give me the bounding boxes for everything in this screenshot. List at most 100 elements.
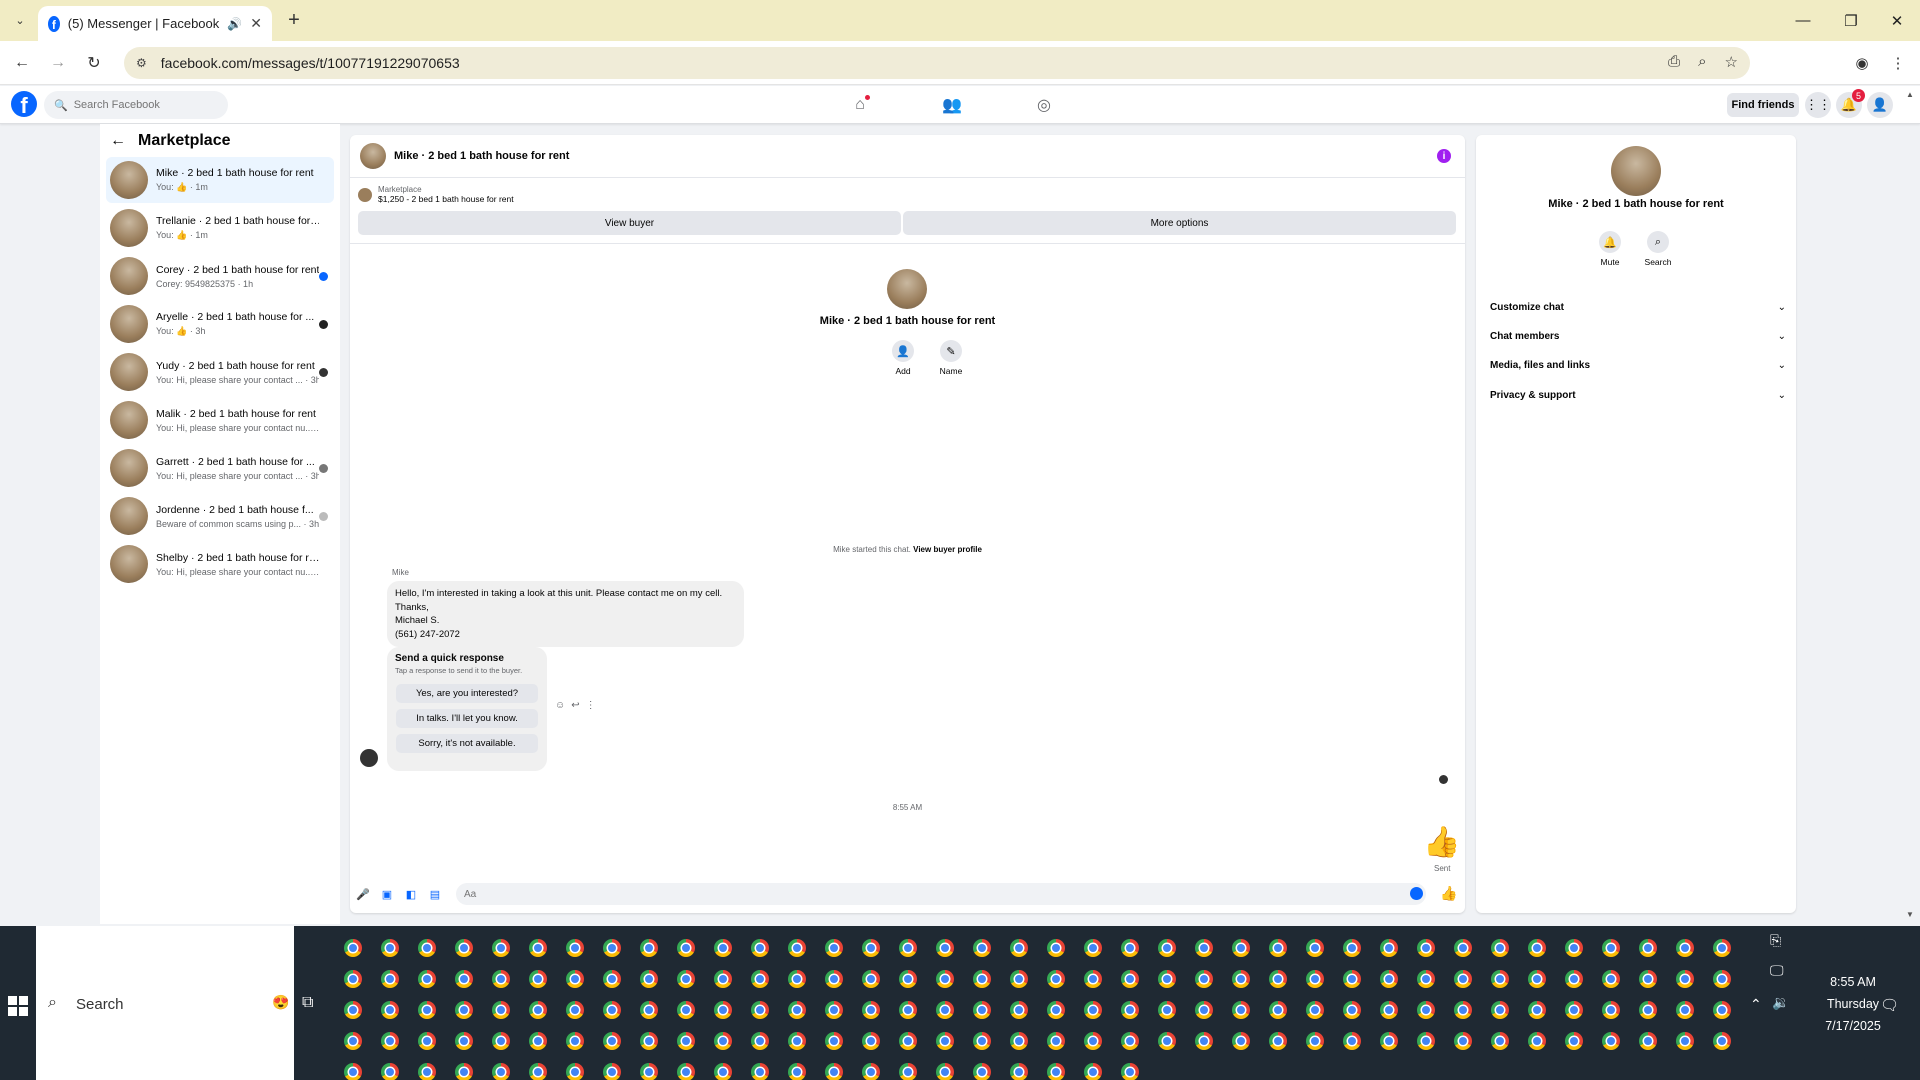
chrome-app-icon[interactable] bbox=[1713, 939, 1731, 957]
chrome-app-icon[interactable] bbox=[1306, 1032, 1324, 1050]
minimize-button[interactable]: — bbox=[1780, 0, 1826, 41]
emoji-icon[interactable] bbox=[1410, 887, 1423, 900]
chrome-app-icon[interactable] bbox=[492, 939, 510, 957]
chrome-app-icon[interactable] bbox=[603, 1063, 621, 1080]
quick-response-not-available-button[interactable]: Sorry, it's not available. bbox=[396, 734, 538, 753]
search-in-chat-button[interactable]: ⌕ Search bbox=[1638, 231, 1678, 267]
chrome-app-icon[interactable] bbox=[862, 1063, 880, 1080]
chrome-app-icon[interactable] bbox=[1121, 939, 1139, 957]
chrome-app-icon[interactable] bbox=[566, 1063, 584, 1080]
chrome-app-icon[interactable] bbox=[788, 970, 806, 988]
chrome-app-icon[interactable] bbox=[751, 1032, 769, 1050]
chrome-app-icon[interactable] bbox=[529, 1063, 547, 1080]
find-friends-button[interactable]: Find friends bbox=[1727, 93, 1799, 117]
chrome-app-icon[interactable] bbox=[1639, 939, 1657, 957]
chrome-app-icon[interactable] bbox=[973, 1001, 991, 1019]
chrome-app-icon[interactable] bbox=[1417, 1032, 1435, 1050]
menu-grid-icon[interactable]: ⋮⋮ bbox=[1805, 92, 1831, 118]
marketplace-listing-strip[interactable]: Marketplace $1,250 - 2 bed 1 bath house … bbox=[358, 185, 514, 204]
conversation-item[interactable]: Malik · 2 bed 1 bath house for rent You: … bbox=[106, 397, 334, 443]
scroll-down-arrow-icon[interactable]: ▼ bbox=[1906, 910, 1914, 919]
tab-search-dropdown-icon[interactable]: ⌄ bbox=[8, 8, 32, 32]
chrome-app-icon[interactable] bbox=[1158, 970, 1176, 988]
chrome-app-icon[interactable] bbox=[1491, 1032, 1509, 1050]
chrome-app-icon[interactable] bbox=[1491, 939, 1509, 957]
account-avatar-icon[interactable]: 👤 bbox=[1867, 92, 1893, 118]
chrome-app-icon[interactable] bbox=[677, 1032, 695, 1050]
chrome-app-icon[interactable] bbox=[344, 1063, 362, 1080]
mute-button[interactable]: 🔔 Mute bbox=[1590, 231, 1630, 267]
chrome-app-icon[interactable] bbox=[936, 970, 954, 988]
chrome-app-icon[interactable] bbox=[973, 939, 991, 957]
conversation-item[interactable]: Trellanie · 2 bed 1 bath house for r... Y… bbox=[106, 205, 334, 251]
add-button[interactable]: 👤 Add bbox=[883, 340, 923, 376]
sender-small-avatar[interactable] bbox=[360, 749, 378, 767]
chrome-app-icon[interactable] bbox=[1602, 1001, 1620, 1019]
chrome-app-icon[interactable] bbox=[1195, 1032, 1213, 1050]
chrome-app-icon[interactable] bbox=[1047, 939, 1065, 957]
chrome-app-icon[interactable] bbox=[1454, 939, 1472, 957]
chrome-app-icon[interactable] bbox=[1454, 1001, 1472, 1019]
chrome-app-icon[interactable] bbox=[1084, 1063, 1102, 1080]
back-button[interactable]: ← bbox=[10, 51, 34, 75]
customize-chat-section[interactable]: Customize chat ⌄ bbox=[1486, 295, 1786, 319]
chrome-app-icon[interactable] bbox=[1269, 970, 1287, 988]
chrome-app-icon[interactable] bbox=[1195, 970, 1213, 988]
chrome-app-icon[interactable] bbox=[1047, 1001, 1065, 1019]
chrome-app-icon[interactable] bbox=[825, 1063, 843, 1080]
chrome-app-icon[interactable] bbox=[1639, 1032, 1657, 1050]
facebook-search[interactable]: 🔍 bbox=[44, 91, 228, 119]
photo-icon[interactable]: ▣ bbox=[380, 887, 394, 901]
chrome-app-icon[interactable] bbox=[455, 970, 473, 988]
chrome-app-icon[interactable] bbox=[1602, 1032, 1620, 1050]
chrome-app-icon[interactable] bbox=[1121, 1032, 1139, 1050]
chrome-app-icon[interactable] bbox=[1565, 970, 1583, 988]
chat-title[interactable]: Mike · 2 bed 1 bath house for rent bbox=[394, 150, 569, 162]
chrome-app-icon[interactable] bbox=[714, 1063, 732, 1080]
chrome-app-icon[interactable] bbox=[1639, 1001, 1657, 1019]
chrome-app-icon[interactable] bbox=[1047, 970, 1065, 988]
quick-response-in-talks-button[interactable]: In talks. I'll let you know. bbox=[396, 709, 538, 728]
chrome-app-icon[interactable] bbox=[455, 1063, 473, 1080]
chrome-app-icon[interactable] bbox=[1232, 939, 1250, 957]
groups-icon[interactable]: ◎ bbox=[1032, 93, 1056, 117]
chrome-app-icon[interactable] bbox=[1417, 939, 1435, 957]
tab-audio-icon[interactable]: 🔊 bbox=[227, 17, 242, 31]
name-button[interactable]: ✎ Name bbox=[931, 340, 971, 376]
notifications-icon[interactable]: 🔔 5 bbox=[1836, 89, 1865, 118]
chrome-app-icon[interactable] bbox=[677, 1063, 695, 1080]
chrome-app-icon[interactable] bbox=[1491, 970, 1509, 988]
chrome-app-icon[interactable] bbox=[1269, 1001, 1287, 1019]
chrome-app-icon[interactable] bbox=[640, 970, 658, 988]
chrome-app-icon[interactable] bbox=[1380, 1032, 1398, 1050]
chrome-app-icon[interactable] bbox=[677, 1001, 695, 1019]
chrome-app-icon[interactable] bbox=[788, 1063, 806, 1080]
chrome-app-icon[interactable] bbox=[344, 1001, 362, 1019]
details-avatar[interactable] bbox=[1611, 146, 1661, 196]
privacy-support-section[interactable]: Privacy & support ⌄ bbox=[1486, 383, 1786, 407]
chrome-app-icon[interactable] bbox=[751, 1063, 769, 1080]
chrome-app-icon[interactable] bbox=[566, 939, 584, 957]
chrome-app-icon[interactable] bbox=[492, 1063, 510, 1080]
sticker-icon[interactable]: ◧ bbox=[404, 887, 418, 901]
chrome-app-icon[interactable] bbox=[418, 1032, 436, 1050]
chrome-app-icon[interactable] bbox=[1343, 939, 1361, 957]
chrome-app-icon[interactable] bbox=[566, 970, 584, 988]
chrome-app-icon[interactable] bbox=[1565, 1032, 1583, 1050]
chrome-app-icon[interactable] bbox=[677, 939, 695, 957]
install-app-icon[interactable]: ⎙ bbox=[1668, 53, 1680, 71]
chrome-app-icon[interactable] bbox=[1454, 1032, 1472, 1050]
chrome-app-icon[interactable] bbox=[973, 1032, 991, 1050]
chrome-app-icon[interactable] bbox=[1713, 1032, 1731, 1050]
zoom-icon[interactable]: ⌕ bbox=[1698, 53, 1706, 71]
gif-icon[interactable]: ▤ bbox=[428, 887, 442, 901]
task-view-icon[interactable]: ⧉ bbox=[302, 994, 313, 1012]
back-arrow-icon[interactable]: ← bbox=[110, 132, 126, 150]
chrome-app-icon[interactable] bbox=[751, 939, 769, 957]
chrome-app-icon[interactable] bbox=[381, 970, 399, 988]
browser-menu-icon[interactable]: ⋮ bbox=[1886, 51, 1910, 75]
conversation-item[interactable]: Aryelle · 2 bed 1 bath house for ... You:… bbox=[106, 301, 334, 347]
chrome-app-icon[interactable] bbox=[899, 1063, 917, 1080]
chrome-app-icon[interactable] bbox=[455, 1001, 473, 1019]
friends-icon[interactable]: 👥 bbox=[940, 93, 964, 117]
